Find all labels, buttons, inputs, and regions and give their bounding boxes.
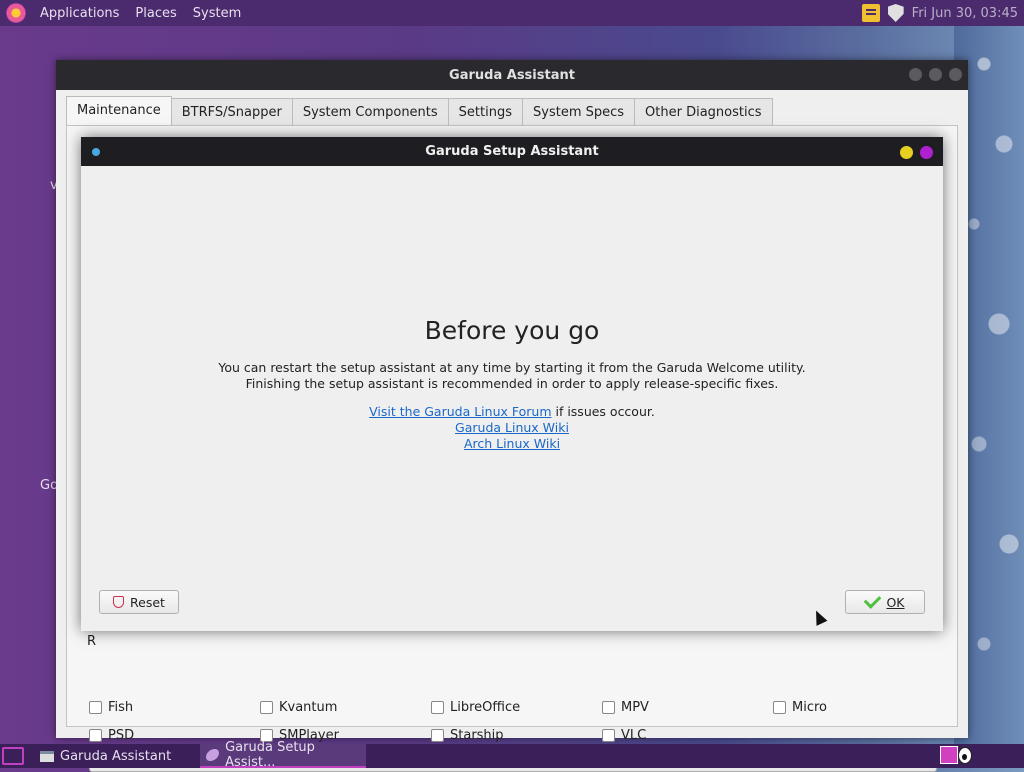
- garuda-bird-icon: [206, 749, 220, 761]
- reset-icon: [113, 596, 125, 608]
- dialog-description: You can restart the setup assistant at a…: [81, 360, 943, 392]
- dialog-title: Garuda Setup Assistant: [425, 144, 599, 159]
- tab-other-diagnostics[interactable]: Other Diagnostics: [634, 98, 773, 126]
- tab-btrfs-snapper[interactable]: BTRFS/Snapper: [170, 98, 293, 126]
- config-checkbox-mpv[interactable]: MPV: [602, 700, 773, 715]
- config-checkbox-grid: Fish Kvantum LibreOffice MPV Micro PSD S…: [89, 693, 949, 749]
- garuda-logo-icon[interactable]: [6, 3, 26, 23]
- tab-system-specs[interactable]: System Specs: [522, 98, 636, 126]
- close-button[interactable]: [920, 146, 933, 159]
- arch-wiki-link[interactable]: Arch Linux Wiki: [464, 436, 560, 451]
- tab-settings[interactable]: Settings: [447, 98, 523, 126]
- notes-icon[interactable]: [861, 4, 880, 22]
- checkbox[interactable]: [431, 700, 444, 714]
- maximize-button[interactable]: [929, 68, 942, 81]
- tab-maintenance[interactable]: Maintenance: [66, 96, 172, 126]
- taskbar-item-setup-assistant[interactable]: Garuda Setup Assist...: [200, 740, 366, 770]
- dialog-body: Before you go You can restart the setup …: [81, 166, 943, 631]
- forum-suffix: if issues occour.: [551, 404, 655, 419]
- checkbox[interactable]: [773, 700, 786, 714]
- top-panel: Applications Places System Fri Jun 30, 0…: [0, 0, 1024, 26]
- dialog-heading: Before you go: [424, 316, 600, 345]
- window-menu-icon[interactable]: [92, 148, 100, 156]
- menu-applications[interactable]: Applications: [32, 6, 127, 21]
- minimize-button[interactable]: [900, 146, 913, 159]
- menu-system[interactable]: System: [185, 6, 249, 21]
- window-icon: [40, 750, 54, 762]
- config-checkbox-kvantum[interactable]: Kvantum: [260, 700, 431, 715]
- checkmark-icon: [864, 591, 882, 609]
- main-titlebar[interactable]: Garuda Assistant: [56, 60, 968, 90]
- window-title: Garuda Assistant: [449, 67, 575, 83]
- checkbox[interactable]: [431, 728, 444, 742]
- workspace-switcher-icon[interactable]: [940, 746, 958, 764]
- section-label-fragment: R: [87, 634, 97, 649]
- reset-button[interactable]: Reset: [99, 590, 179, 614]
- tab-bar: Maintenance BTRFS/Snapper System Compone…: [66, 96, 773, 126]
- description-line: You can restart the setup assistant at a…: [218, 360, 806, 375]
- checkbox[interactable]: [89, 700, 102, 714]
- config-checkbox-vlc[interactable]: VLC: [602, 728, 773, 743]
- show-desktop-icon[interactable]: [2, 747, 24, 765]
- forum-link[interactable]: Visit the Garuda Linux Forum: [369, 404, 551, 419]
- setup-assistant-dialog: Garuda Setup Assistant Before you go You…: [81, 137, 943, 631]
- config-checkbox-micro[interactable]: Micro: [773, 700, 944, 715]
- clock[interactable]: Fri Jun 30, 03:45: [912, 6, 1018, 21]
- taskbar: Garuda Assistant Garuda Setup Assist...: [0, 740, 1024, 770]
- taskbar-item-garuda-assistant[interactable]: Garuda Assistant: [34, 744, 196, 768]
- tab-system-components[interactable]: System Components: [291, 98, 449, 126]
- config-checkbox-libreoffice[interactable]: LibreOffice: [431, 700, 602, 715]
- config-checkbox-starship[interactable]: Starship: [431, 728, 602, 743]
- checkbox[interactable]: [602, 728, 615, 742]
- ok-button[interactable]: OK: [845, 590, 925, 614]
- config-checkbox-fish[interactable]: Fish: [89, 700, 260, 715]
- checkbox[interactable]: [260, 700, 273, 714]
- dialog-titlebar[interactable]: Garuda Setup Assistant: [81, 137, 943, 166]
- close-button[interactable]: [949, 68, 962, 81]
- minimize-button[interactable]: [909, 68, 922, 81]
- help-links: Visit the Garuda Linux Forum if issues o…: [81, 404, 943, 452]
- checkbox[interactable]: [89, 728, 102, 742]
- garuda-wiki-link[interactable]: Garuda Linux Wiki: [455, 420, 569, 435]
- menu-places[interactable]: Places: [127, 6, 184, 21]
- checkbox[interactable]: [602, 700, 615, 714]
- description-line: Finishing the setup assistant is recomme…: [245, 376, 779, 391]
- shield-icon[interactable]: [887, 4, 904, 22]
